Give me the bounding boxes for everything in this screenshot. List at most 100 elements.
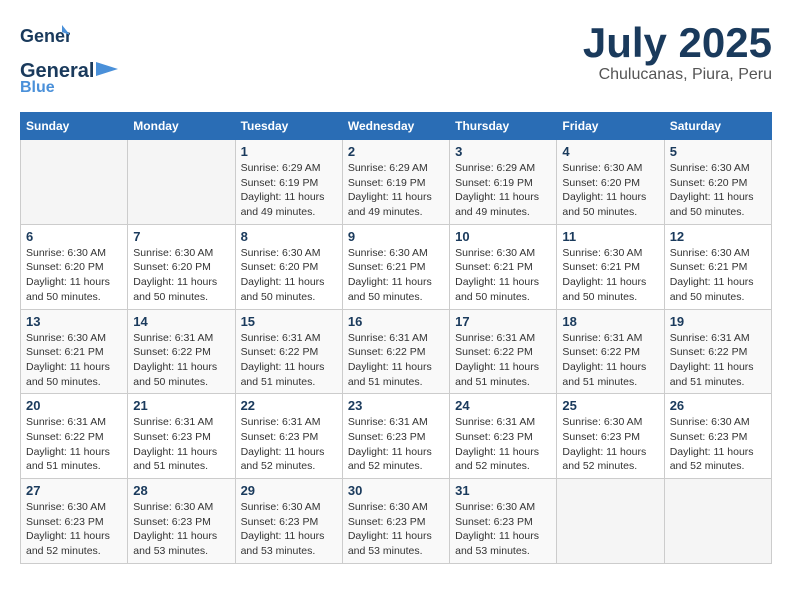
calendar-cell: 31Sunrise: 6:30 AMSunset: 6:23 PMDayligh… bbox=[450, 479, 557, 564]
day-number: 9 bbox=[348, 229, 444, 244]
calendar-cell: 30 Sunrise: 6:30 AMSunset: 6:23 PMDayligh… bbox=[342, 479, 449, 564]
day-info: Sunrise: 6:30 AMSunset: 6:21 PMDaylight:… bbox=[455, 246, 551, 305]
day-info: Sunrise: 6:30 AMSunset: 6:23 PMDaylight:… bbox=[26, 500, 122, 559]
day-number: 6 bbox=[26, 229, 122, 244]
logo-arrow-icon bbox=[96, 60, 118, 78]
day-number: 23 bbox=[348, 398, 444, 413]
day-number: 3 bbox=[455, 144, 551, 159]
calendar-cell: 14Sunrise: 6:31 AMSunset: 6:22 PMDayligh… bbox=[128, 309, 235, 394]
calendar-week-5: 27Sunrise: 6:30 AMSunset: 6:23 PMDayligh… bbox=[21, 479, 772, 564]
calendar-week-2: 6 Sunrise: 6:30 AMSunset: 6:20 PMDaylight… bbox=[21, 224, 772, 309]
day-number: 19 bbox=[670, 314, 766, 329]
calendar-cell bbox=[664, 479, 771, 564]
day-info: Sunrise: 6:30 AMSunset: 6:21 PMDaylight:… bbox=[26, 331, 122, 390]
logo-blue-text: Blue bbox=[20, 79, 55, 97]
day-info: Sunrise: 6:30 AMSunset: 6:23 PMDaylight:… bbox=[133, 500, 229, 559]
day-number: 24 bbox=[455, 398, 551, 413]
day-number: 15 bbox=[241, 314, 337, 329]
calendar-week-3: 13 Sunrise: 6:30 AMSunset: 6:21 PMDayligh… bbox=[21, 309, 772, 394]
calendar-cell: 10 Sunrise: 6:30 AMSunset: 6:21 PMDayligh… bbox=[450, 224, 557, 309]
calendar-cell: 2 Sunrise: 6:29 AMSunset: 6:19 PMDaylight… bbox=[342, 140, 449, 225]
day-info: Sunrise: 6:30 AMSunset: 6:20 PMDaylight:… bbox=[133, 246, 229, 305]
calendar-cell: 5 Sunrise: 6:30 AMSunset: 6:20 PMDaylight… bbox=[664, 140, 771, 225]
logo-icon: General bbox=[20, 20, 70, 60]
day-info: Sunrise: 6:30 AMSunset: 6:20 PMDaylight:… bbox=[562, 161, 658, 220]
day-info: Sunrise: 6:31 AMSunset: 6:23 PMDaylight:… bbox=[348, 415, 444, 474]
weekday-header-thursday: Thursday bbox=[450, 113, 557, 140]
day-number: 21 bbox=[133, 398, 229, 413]
calendar-cell: 17Sunrise: 6:31 AMSunset: 6:22 PMDayligh… bbox=[450, 309, 557, 394]
day-number: 29 bbox=[241, 483, 337, 498]
calendar-cell bbox=[128, 140, 235, 225]
calendar-cell: 21 Sunrise: 6:31 AMSunset: 6:23 PMDayligh… bbox=[128, 394, 235, 479]
day-info: Sunrise: 6:31 AMSunset: 6:23 PMDaylight:… bbox=[133, 415, 229, 474]
day-info: Sunrise: 6:31 AMSunset: 6:23 PMDaylight:… bbox=[455, 415, 551, 474]
day-info: Sunrise: 6:31 AMSunset: 6:22 PMDaylight:… bbox=[455, 331, 551, 390]
day-info: Sunrise: 6:30 AMSunset: 6:21 PMDaylight:… bbox=[670, 246, 766, 305]
day-info: Sunrise: 6:31 AMSunset: 6:22 PMDaylight:… bbox=[348, 331, 444, 390]
calendar-cell: 16 Sunrise: 6:31 AMSunset: 6:22 PMDayligh… bbox=[342, 309, 449, 394]
day-number: 10 bbox=[455, 229, 551, 244]
location-subtitle: Chulucanas, Piura, Peru bbox=[583, 66, 772, 84]
title-section: July 2025 Chulucanas, Piura, Peru bbox=[583, 20, 772, 84]
calendar-cell: 8Sunrise: 6:30 AMSunset: 6:20 PMDaylight… bbox=[235, 224, 342, 309]
calendar-cell: 23 Sunrise: 6:31 AMSunset: 6:23 PMDayligh… bbox=[342, 394, 449, 479]
day-info: Sunrise: 6:30 AMSunset: 6:20 PMDaylight:… bbox=[26, 246, 122, 305]
day-number: 2 bbox=[348, 144, 444, 159]
day-info: Sunrise: 6:30 AMSunset: 6:20 PMDaylight:… bbox=[670, 161, 766, 220]
day-info: Sunrise: 6:30 AMSunset: 6:23 PMDaylight:… bbox=[348, 500, 444, 559]
calendar-cell: 11 Sunrise: 6:30 AMSunset: 6:21 PMDayligh… bbox=[557, 224, 664, 309]
day-info: Sunrise: 6:31 AMSunset: 6:22 PMDaylight:… bbox=[241, 331, 337, 390]
day-number: 13 bbox=[26, 314, 122, 329]
calendar-cell: 12Sunrise: 6:30 AMSunset: 6:21 PMDayligh… bbox=[664, 224, 771, 309]
calendar-cell: 25Sunrise: 6:30 AMSunset: 6:23 PMDayligh… bbox=[557, 394, 664, 479]
calendar-cell: 27Sunrise: 6:30 AMSunset: 6:23 PMDayligh… bbox=[21, 479, 128, 564]
calendar-cell: 24 Sunrise: 6:31 AMSunset: 6:23 PMDayligh… bbox=[450, 394, 557, 479]
calendar-cell: 29 Sunrise: 6:30 AMSunset: 6:23 PMDayligh… bbox=[235, 479, 342, 564]
calendar-cell: 9Sunrise: 6:30 AMSunset: 6:21 PMDaylight… bbox=[342, 224, 449, 309]
day-info: Sunrise: 6:29 AMSunset: 6:19 PMDaylight:… bbox=[241, 161, 337, 220]
calendar-cell bbox=[557, 479, 664, 564]
day-info: Sunrise: 6:30 AMSunset: 6:21 PMDaylight:… bbox=[562, 246, 658, 305]
calendar-cell: 6 Sunrise: 6:30 AMSunset: 6:20 PMDaylight… bbox=[21, 224, 128, 309]
day-number: 16 bbox=[348, 314, 444, 329]
day-number: 20 bbox=[26, 398, 122, 413]
calendar-cell: 1 Sunrise: 6:29 AMSunset: 6:19 PMDaylight… bbox=[235, 140, 342, 225]
calendar-cell: 13 Sunrise: 6:30 AMSunset: 6:21 PMDayligh… bbox=[21, 309, 128, 394]
calendar-cell: 19 Sunrise: 6:31 AMSunset: 6:22 PMDayligh… bbox=[664, 309, 771, 394]
day-number: 5 bbox=[670, 144, 766, 159]
day-info: Sunrise: 6:31 AMSunset: 6:22 PMDaylight:… bbox=[26, 415, 122, 474]
weekday-header-wednesday: Wednesday bbox=[342, 113, 449, 140]
logo: General General Blue bbox=[20, 20, 118, 97]
calendar-cell: 22Sunrise: 6:31 AMSunset: 6:23 PMDayligh… bbox=[235, 394, 342, 479]
calendar-cell: 4 Sunrise: 6:30 AMSunset: 6:20 PMDaylight… bbox=[557, 140, 664, 225]
day-number: 26 bbox=[670, 398, 766, 413]
calendar-cell: 18 Sunrise: 6:31 AMSunset: 6:22 PMDayligh… bbox=[557, 309, 664, 394]
day-info: Sunrise: 6:29 AMSunset: 6:19 PMDaylight:… bbox=[348, 161, 444, 220]
day-number: 8 bbox=[241, 229, 337, 244]
calendar-cell: 20 Sunrise: 6:31 AMSunset: 6:22 PMDayligh… bbox=[21, 394, 128, 479]
day-number: 30 bbox=[348, 483, 444, 498]
day-number: 7 bbox=[133, 229, 229, 244]
day-info: Sunrise: 6:30 AMSunset: 6:23 PMDaylight:… bbox=[455, 500, 551, 559]
day-number: 1 bbox=[241, 144, 337, 159]
day-info: Sunrise: 6:31 AMSunset: 6:22 PMDaylight:… bbox=[133, 331, 229, 390]
calendar-cell: 15 Sunrise: 6:31 AMSunset: 6:22 PMDayligh… bbox=[235, 309, 342, 394]
calendar-cell: 28 Sunrise: 6:30 AMSunset: 6:23 PMDayligh… bbox=[128, 479, 235, 564]
day-number: 25 bbox=[562, 398, 658, 413]
day-number: 4 bbox=[562, 144, 658, 159]
calendar-cell bbox=[21, 140, 128, 225]
day-info: Sunrise: 6:31 AMSunset: 6:22 PMDaylight:… bbox=[670, 331, 766, 390]
day-info: Sunrise: 6:30 AMSunset: 6:23 PMDaylight:… bbox=[670, 415, 766, 474]
day-info: Sunrise: 6:31 AMSunset: 6:22 PMDaylight:… bbox=[562, 331, 658, 390]
page-header: General General Blue July 2025 Chulucana… bbox=[20, 20, 772, 97]
weekday-header-saturday: Saturday bbox=[664, 113, 771, 140]
calendar-week-4: 20 Sunrise: 6:31 AMSunset: 6:22 PMDayligh… bbox=[21, 394, 772, 479]
calendar-table: SundayMondayTuesdayWednesdayThursdayFrid… bbox=[20, 112, 772, 564]
month-title: July 2025 bbox=[583, 20, 772, 66]
day-number: 18 bbox=[562, 314, 658, 329]
day-info: Sunrise: 6:30 AMSunset: 6:23 PMDaylight:… bbox=[241, 500, 337, 559]
day-number: 11 bbox=[562, 229, 658, 244]
calendar-cell: 26 Sunrise: 6:30 AMSunset: 6:23 PMDayligh… bbox=[664, 394, 771, 479]
day-number: 28 bbox=[133, 483, 229, 498]
